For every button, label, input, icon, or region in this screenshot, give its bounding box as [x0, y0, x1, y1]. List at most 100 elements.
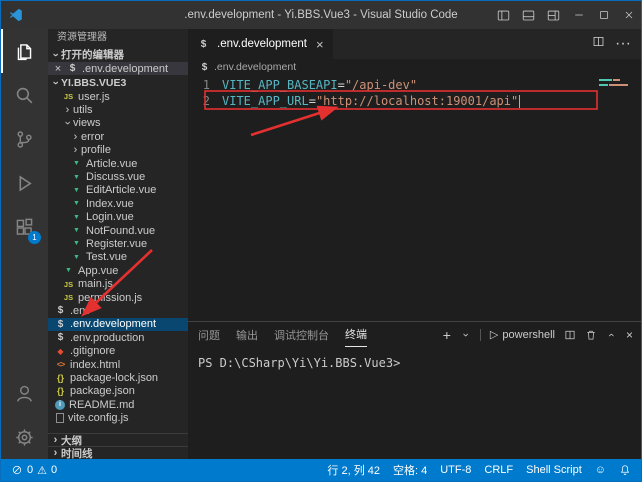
- eol-status[interactable]: CRLF: [484, 464, 513, 476]
- split-editor-icon[interactable]: [592, 35, 605, 53]
- search-icon[interactable]: [1, 73, 48, 117]
- file-vite.config.js[interactable]: vite.config.js: [48, 411, 188, 424]
- panel-tab-debug-console[interactable]: 调试控制台: [274, 322, 329, 347]
- vue-icon: ▼: [70, 160, 83, 167]
- file-README.md[interactable]: iREADME.md: [48, 398, 188, 411]
- tab-bar: $ .env.development × ···: [188, 29, 641, 59]
- vscode-logo-icon: [9, 8, 23, 22]
- shell-icon: $: [54, 332, 67, 343]
- breadcrumb[interactable]: $ .env.development: [188, 59, 641, 75]
- shell-icon: $: [54, 305, 67, 316]
- problems-status[interactable]: 0 ⚠ 0: [11, 464, 57, 477]
- account-icon[interactable]: [1, 371, 48, 415]
- json-icon: {}: [54, 386, 67, 396]
- cursor-position-status[interactable]: 行 2, 列 42: [327, 462, 380, 478]
- tab-actions: ···: [592, 29, 641, 59]
- close-icon[interactable]: ×: [52, 63, 64, 75]
- file-.env[interactable]: $.env: [48, 304, 188, 317]
- vue-icon: ▼: [62, 267, 75, 274]
- folder-profile[interactable]: ›profile: [48, 144, 188, 157]
- file-.env.development[interactable]: $.env.development: [48, 318, 188, 331]
- minimize-button[interactable]: [566, 1, 591, 29]
- file-label: Test.vue: [86, 251, 127, 263]
- file-Test.vue[interactable]: ▼Test.vue: [48, 251, 188, 264]
- trash-icon[interactable]: [585, 329, 597, 341]
- window-controls: [491, 1, 641, 29]
- shell-icon: $: [54, 319, 67, 330]
- encoding-status[interactable]: UTF-8: [440, 464, 471, 476]
- file-label: Article.vue: [86, 158, 137, 170]
- open-editors-header[interactable]: › 打开的编辑器: [48, 47, 188, 62]
- chevron-down-icon[interactable]: ›: [460, 329, 471, 341]
- terminal-content[interactable]: PS D:\CSharp\Yi\Yi.BBS.Vue3>: [188, 347, 641, 370]
- file-label: index.html: [70, 359, 120, 371]
- file-main.js[interactable]: JSmain.js: [48, 277, 188, 290]
- file-package.json[interactable]: {}package.json: [48, 385, 188, 398]
- file-.gitignore[interactable]: ◆.gitignore: [48, 344, 188, 357]
- folder-utils[interactable]: ›utils: [48, 103, 188, 116]
- tab-env-development[interactable]: $ .env.development ×: [188, 29, 333, 59]
- close-panel-icon[interactable]: ×: [626, 328, 633, 342]
- new-terminal-icon[interactable]: +: [443, 327, 451, 343]
- terminal-profile[interactable]: ▷ powershell: [490, 328, 555, 341]
- more-actions-icon[interactable]: ···: [615, 35, 631, 53]
- project-header[interactable]: › YI.BBS.VUE3: [48, 75, 188, 90]
- toggle-panel-icon[interactable]: [516, 1, 541, 29]
- file-Index.vue[interactable]: ▼Index.vue: [48, 197, 188, 210]
- file-Discuss.vue[interactable]: ▼Discuss.vue: [48, 170, 188, 183]
- settings-gear-icon[interactable]: [1, 415, 48, 459]
- indentation-status[interactable]: 空格: 4: [393, 462, 427, 478]
- panel-tab-problems[interactable]: 问题: [198, 322, 220, 347]
- file-label: Discuss.vue: [86, 171, 145, 183]
- file-index.html[interactable]: <>index.html: [48, 358, 188, 371]
- outline-section[interactable]: › 大纲: [48, 433, 188, 446]
- file-EditArticle.vue[interactable]: ▼EditArticle.vue: [48, 184, 188, 197]
- file-package-lock.json[interactable]: {}package-lock.json: [48, 371, 188, 384]
- notifications-bell-icon[interactable]: [619, 464, 631, 476]
- maximize-button[interactable]: [591, 1, 616, 29]
- js-icon: JS: [62, 293, 75, 302]
- chevron-down-icon: ›: [62, 118, 74, 129]
- timeline-section[interactable]: › 时间线: [48, 446, 188, 459]
- panel-tab-output[interactable]: 输出: [236, 322, 258, 347]
- warning-icon: ⚠: [37, 464, 47, 477]
- file-label: permission.js: [78, 292, 142, 304]
- minimap[interactable]: [599, 79, 635, 89]
- close-icon[interactable]: ×: [316, 37, 324, 52]
- toggle-sidebar-icon[interactable]: [491, 1, 516, 29]
- file-user.js[interactable]: JSuser.js: [48, 90, 188, 103]
- file-.env.production[interactable]: $.env.production: [48, 331, 188, 344]
- line-number: 1: [188, 77, 210, 93]
- code-line-1: 1VITE_APP_BASEAPI="/api-dev": [188, 77, 641, 93]
- file-App.vue[interactable]: ▼App.vue: [48, 264, 188, 277]
- extensions-icon[interactable]: 1: [1, 205, 48, 249]
- file-Login.vue[interactable]: ▼Login.vue: [48, 211, 188, 224]
- maximize-panel-icon[interactable]: ›: [606, 329, 617, 341]
- open-editor-item[interactable]: × $ .env.development: [48, 62, 188, 75]
- panel-header: 问题输出调试控制台终端 + › ▷ powershell › ×: [188, 322, 641, 347]
- file-Register.vue[interactable]: ▼Register.vue: [48, 237, 188, 250]
- folder-error[interactable]: ›error: [48, 130, 188, 143]
- run-debug-icon[interactable]: [1, 161, 48, 205]
- feedback-smiley-icon[interactable]: ☺: [595, 464, 606, 476]
- file-NotFound.vue[interactable]: ▼NotFound.vue: [48, 224, 188, 237]
- file-label: .env: [70, 305, 91, 317]
- folder-views[interactable]: ›views: [48, 117, 188, 130]
- open-editor-label: .env.development: [82, 63, 168, 75]
- file-label: views: [73, 117, 101, 129]
- file-Article.vue[interactable]: ▼Article.vue: [48, 157, 188, 170]
- chevron-right-icon: ›: [50, 434, 61, 446]
- file-label: profile: [81, 144, 111, 156]
- close-button[interactable]: [616, 1, 641, 29]
- shell-icon: $: [66, 63, 79, 74]
- customize-layout-icon[interactable]: [541, 1, 566, 29]
- code-area[interactable]: 1VITE_APP_BASEAPI="/api-dev" 2VITE_APP_U…: [188, 75, 641, 109]
- language-mode-status[interactable]: Shell Script: [526, 464, 582, 476]
- explorer-icon[interactable]: [1, 29, 48, 73]
- split-terminal-icon[interactable]: [564, 329, 576, 341]
- file-permission.js[interactable]: JSpermission.js: [48, 291, 188, 304]
- warnings-count: 0: [51, 464, 57, 476]
- vue-icon: ▼: [70, 227, 83, 234]
- source-control-icon[interactable]: [1, 117, 48, 161]
- panel-tab-terminal[interactable]: 终端: [345, 322, 367, 347]
